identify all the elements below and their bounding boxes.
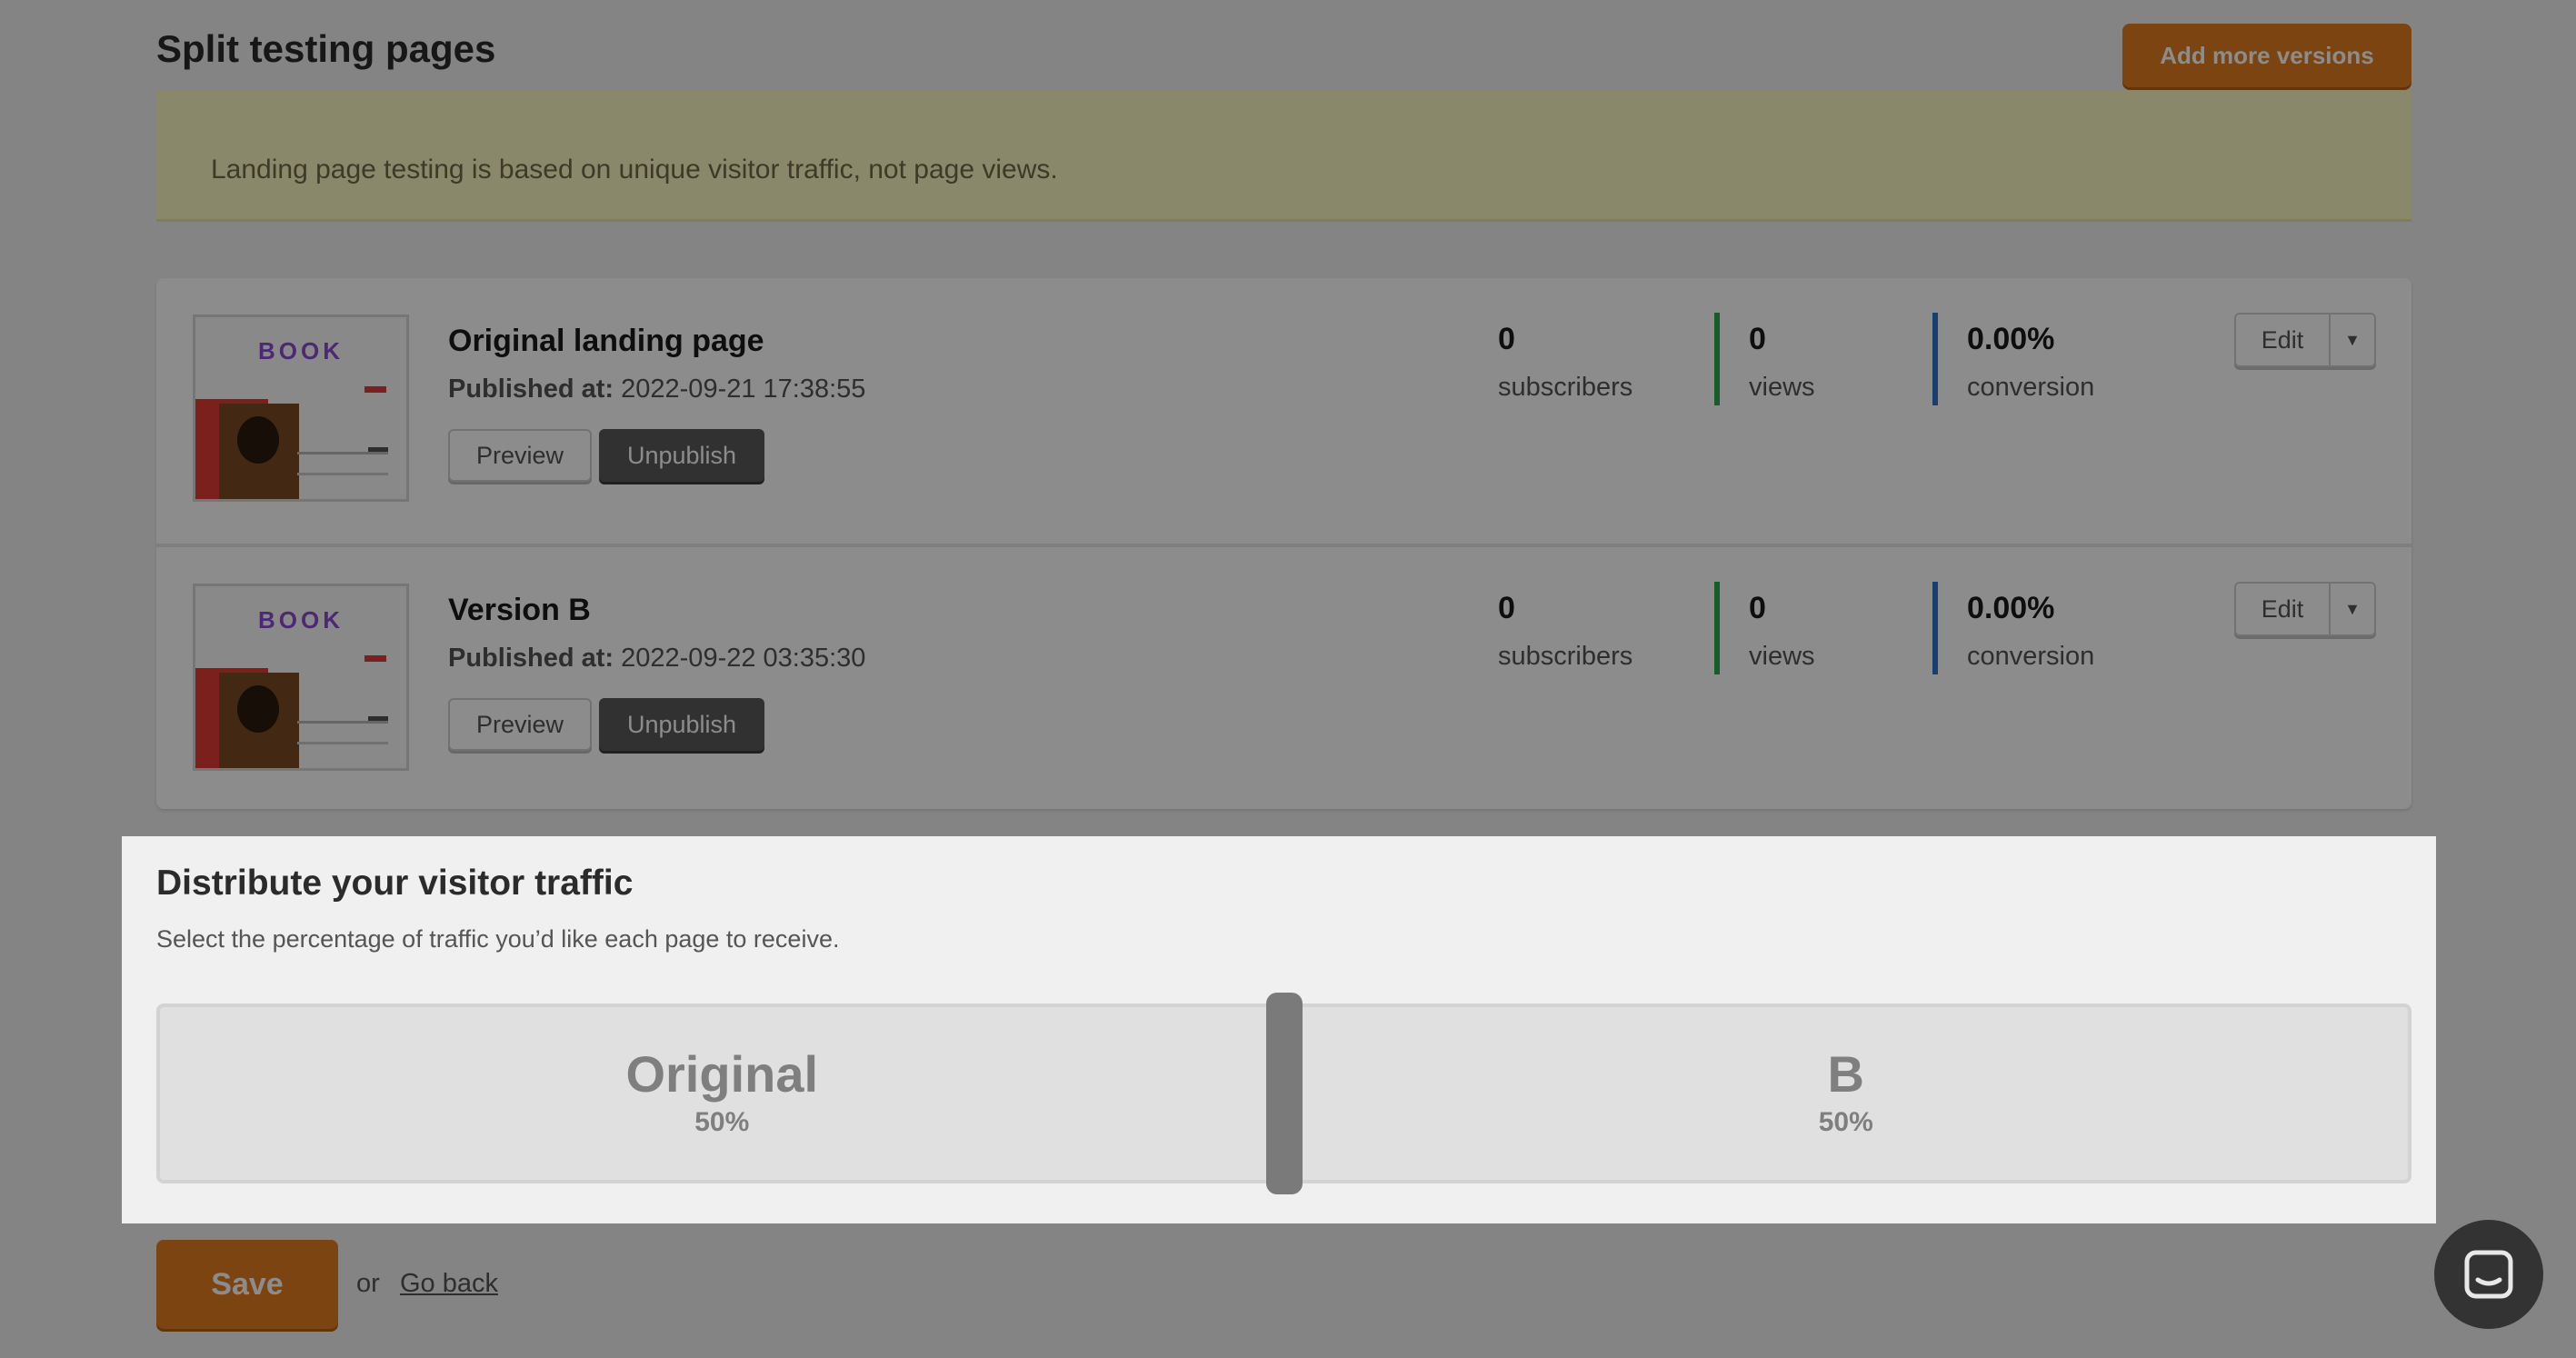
published-date: 2022-09-21 17:38:55 — [621, 374, 866, 404]
views-count: 0 — [1749, 322, 1766, 356]
views-divider — [1932, 313, 1938, 405]
save-button[interactable]: Save — [156, 1240, 338, 1329]
version-row-original: BOOK Original landing page Published at:… — [156, 278, 2411, 544]
preview-button[interactable]: Preview — [448, 429, 592, 482]
subscribers-label: subscribers — [1498, 373, 1633, 402]
published-at: Published at: 2022-09-21 17:38:55 — [448, 374, 865, 404]
versions-list: BOOK Original landing page Published at:… — [156, 278, 2411, 809]
add-more-versions-button[interactable]: Add more versions — [2122, 24, 2411, 87]
traffic-notice: Landing page testing is based on unique … — [156, 91, 2411, 222]
segment-b: B 50% — [1284, 1007, 2409, 1180]
views-divider — [1932, 582, 1938, 674]
edit-button-group: Edit ▼ — [2234, 313, 2376, 367]
subscribers-count: 0 — [1498, 322, 1515, 356]
subscribers-divider — [1714, 582, 1720, 674]
caret-down-icon[interactable]: ▼ — [2331, 584, 2374, 634]
distribution-title: Distribute your visitor traffic — [156, 864, 634, 903]
chat-launcher-button[interactable] — [2434, 1220, 2543, 1329]
go-back-link[interactable]: Go back — [400, 1269, 498, 1299]
chat-bubble-icon — [2464, 1250, 2513, 1299]
unpublish-button[interactable]: Unpublish — [599, 698, 764, 751]
subscribers-count: 0 — [1498, 591, 1515, 625]
edit-button[interactable]: Edit — [2236, 584, 2331, 634]
published-at: Published at: 2022-09-22 03:35:30 — [448, 644, 865, 674]
page-thumbnail[interactable]: BOOK — [193, 584, 409, 771]
version-name: Original landing page — [448, 324, 764, 358]
thumbnail-photo — [219, 673, 299, 768]
segment-b-name: B — [1827, 1045, 1864, 1103]
traffic-distribution-panel: Distribute your visitor traffic Select t… — [122, 836, 2436, 1223]
or-text: or — [356, 1269, 380, 1298]
edit-button[interactable]: Edit — [2236, 315, 2331, 365]
published-label: Published at: — [448, 374, 614, 404]
subscribers-label: subscribers — [1498, 642, 1633, 671]
caret-down-icon[interactable]: ▼ — [2331, 315, 2374, 365]
preview-button[interactable]: Preview — [448, 698, 592, 751]
conversion-label: conversion — [1967, 373, 2095, 402]
segment-original-percent: 50% — [694, 1107, 750, 1137]
conversion-rate: 0.00% — [1967, 591, 2055, 625]
views-label: views — [1749, 642, 1815, 671]
segment-original: Original 50% — [160, 1007, 1284, 1180]
subscribers-divider — [1714, 313, 1720, 405]
segment-original-name: Original — [625, 1045, 819, 1103]
conversion-rate: 0.00% — [1967, 322, 2055, 356]
thumbnail-logo: BOOK — [258, 337, 344, 364]
unpublish-button[interactable]: Unpublish — [599, 429, 764, 482]
page-title: Split testing pages — [156, 27, 496, 70]
edit-button-group: Edit ▼ — [2234, 582, 2376, 636]
version-name: Version B — [448, 593, 591, 627]
traffic-split-slider[interactable]: Original 50% B 50% — [156, 993, 2411, 1194]
views-count: 0 — [1749, 591, 1766, 625]
views-label: views — [1749, 373, 1815, 402]
conversion-label: conversion — [1967, 642, 2095, 671]
thumbnail-logo: BOOK — [258, 606, 344, 634]
segment-b-percent: 50% — [1818, 1107, 1873, 1137]
version-row-b: BOOK Version B Published at: 2022-09-22 … — [156, 544, 2411, 809]
thumbnail-photo — [219, 404, 299, 499]
page-thumbnail[interactable]: BOOK — [193, 315, 409, 502]
slider-handle[interactable] — [1265, 993, 1303, 1194]
published-label: Published at: — [448, 644, 614, 673]
distribution-subtitle: Select the percentage of traffic you’d l… — [156, 925, 840, 953]
published-date: 2022-09-22 03:35:30 — [621, 644, 866, 673]
